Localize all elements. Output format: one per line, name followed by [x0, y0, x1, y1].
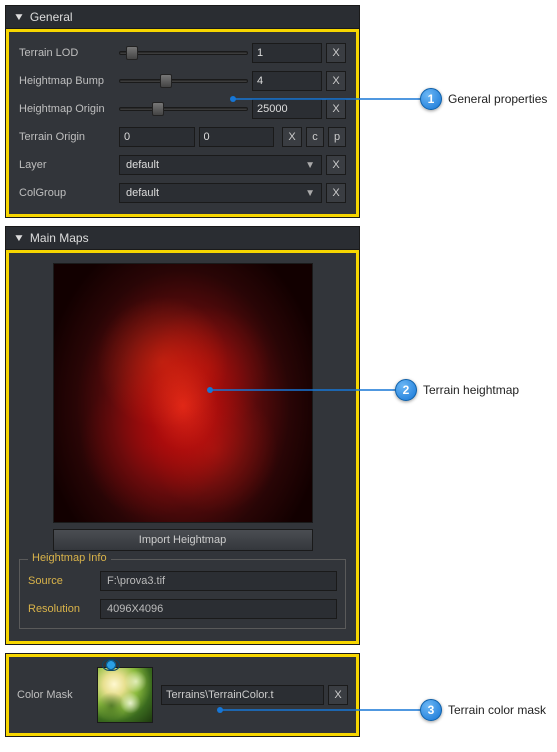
resolution-row: Resolution [28, 598, 337, 620]
chevron-down-icon: ▼ [305, 160, 315, 171]
heightmap-preview[interactable] [53, 263, 313, 523]
color-mask-reset-button[interactable]: X [328, 685, 348, 705]
terrain-origin-y-input[interactable] [199, 127, 275, 147]
callout-badge-2: 2 [395, 379, 417, 401]
terrain-origin-label: Terrain Origin [19, 131, 119, 143]
heightmap-origin-slider[interactable] [119, 107, 248, 111]
heightmap-origin-reset-button[interactable]: X [326, 99, 346, 119]
terrain-origin-reset-button[interactable]: X [282, 127, 302, 147]
disclosure-icon: ▼ [13, 233, 25, 244]
heightmap-info-legend: Heightmap Info [28, 552, 111, 564]
colgroup-select-value: default [126, 187, 159, 199]
main-maps-body: Import Heightmap Heightmap Info Source R… [6, 250, 359, 644]
source-value [100, 571, 337, 591]
heightmap-origin-row: Heightmap Origin X [19, 98, 346, 120]
source-row: Source [28, 570, 337, 592]
terrain-origin-c-button[interactable]: c [306, 127, 324, 147]
layer-label: Layer [19, 159, 119, 171]
layer-row: Layer default ▼ X [19, 154, 346, 176]
disclosure-icon: ▼ [13, 12, 25, 23]
heightmap-origin-label: Heightmap Origin [19, 103, 119, 115]
callout-badge-1: 1 [420, 88, 442, 110]
heightmap-bump-slider[interactable] [119, 79, 248, 83]
color-mask-section: Color Mask X [5, 653, 360, 737]
eye-icon[interactable] [102, 659, 120, 671]
general-body: Terrain LOD X Heightmap Bump X Heightmap… [6, 29, 359, 217]
terrain-lod-label: Terrain LOD [19, 47, 119, 59]
resolution-value [100, 599, 337, 619]
terrain-origin-x-input[interactable] [119, 127, 195, 147]
general-header[interactable]: ▼ General [6, 6, 359, 29]
general-title: General [30, 10, 73, 24]
terrain-origin-p-button[interactable]: p [328, 127, 346, 147]
source-label: Source [28, 575, 100, 587]
colgroup-select[interactable]: default ▼ [119, 183, 322, 203]
layer-reset-button[interactable]: X [326, 155, 346, 175]
heightmap-origin-input[interactable] [252, 99, 322, 119]
main-maps-title: Main Maps [30, 231, 89, 245]
heightmap-bump-input[interactable] [252, 71, 322, 91]
terrain-lod-input[interactable] [252, 43, 322, 63]
terrain-lod-reset-button[interactable]: X [326, 43, 346, 63]
callout-text-1: General properties [448, 92, 547, 106]
import-heightmap-button[interactable]: Import Heightmap [53, 529, 313, 551]
main-maps-section: ▼ Main Maps Import Heightmap Heightmap I… [5, 226, 360, 645]
layer-select-value: default [126, 159, 159, 171]
general-section: ▼ General Terrain LOD X Heightmap Bump X… [5, 5, 360, 218]
callout-text-2: Terrain heightmap [423, 383, 519, 397]
resolution-label: Resolution [28, 603, 100, 615]
layer-select[interactable]: default ▼ [119, 155, 322, 175]
main-maps-header[interactable]: ▼ Main Maps [6, 227, 359, 250]
heightmap-info-group: Heightmap Info Source Resolution [19, 559, 346, 629]
colgroup-label: ColGroup [19, 187, 119, 199]
color-mask-label: Color Mask [17, 689, 97, 701]
color-mask-thumbnail[interactable] [97, 667, 153, 723]
callout-badge-3: 3 [420, 699, 442, 721]
color-mask-path-input[interactable] [161, 685, 324, 705]
chevron-down-icon: ▼ [305, 188, 315, 199]
callout-text-3: Terrain color mask [448, 703, 546, 717]
color-mask-body: Color Mask X [6, 654, 359, 736]
colgroup-row: ColGroup default ▼ X [19, 182, 346, 204]
heightmap-bump-reset-button[interactable]: X [326, 71, 346, 91]
terrain-origin-row: Terrain Origin X c p [19, 126, 346, 148]
terrain-lod-slider[interactable] [119, 51, 248, 55]
colgroup-reset-button[interactable]: X [326, 183, 346, 203]
heightmap-bump-label: Heightmap Bump [19, 75, 119, 87]
terrain-lod-row: Terrain LOD X [19, 42, 346, 64]
heightmap-bump-row: Heightmap Bump X [19, 70, 346, 92]
